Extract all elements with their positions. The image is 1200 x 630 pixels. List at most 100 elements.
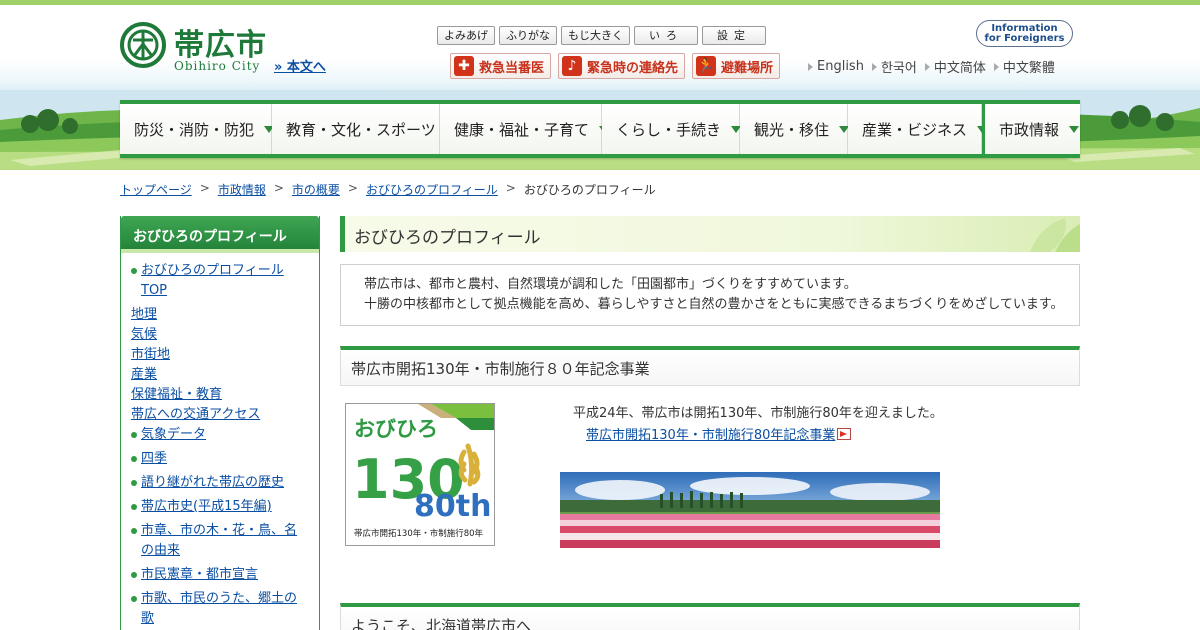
sidebar-item-songs-cont[interactable]: 歌 <box>131 609 311 629</box>
sidebar-item-weather-data[interactable]: 気象データ <box>131 425 311 445</box>
sidebar-item-climate[interactable]: 気候 <box>131 325 311 345</box>
city-name-jp: 帯広市 <box>174 28 267 63</box>
sidebar-item-geography[interactable]: 地理 <box>131 305 311 325</box>
info-for-foreigners-button[interactable]: Information for Foreigners <box>976 20 1073 47</box>
anniversary-text: 平成24年、帯広市は開拓130年、市制施行80年を迎えました。 <box>573 406 943 421</box>
lang-english-link[interactable]: English <box>808 57 864 76</box>
sidebar-item-label[interactable]: 市街地 <box>131 347 170 362</box>
color-button[interactable]: いろ <box>634 26 698 45</box>
lang-chinese-simplified-label: 中文简体 <box>933 61 986 76</box>
nav-item-living[interactable]: くらし・手続き <box>602 104 742 154</box>
nav-label: 健康・福祉・子育て <box>454 120 590 139</box>
sidebar-item-city-history-h15[interactable]: 帯広市史(平成15年編) <box>131 497 311 517</box>
breadcrumb-separator: > <box>273 181 284 195</box>
skip-to-content-link[interactable]: » 本文へ <box>274 56 326 75</box>
sidebar-title: おびひろのプロフィール <box>121 216 319 253</box>
anniv-logo-title: おびひろ <box>354 417 438 441</box>
breadcrumb-separator: > <box>199 181 210 195</box>
breadcrumb-link-top[interactable]: トップページ <box>120 181 192 198</box>
intro-box: 帯広市は、都市と農村、自然環境が調和した「田園都市」づくりをすすめています。 十… <box>340 264 1080 326</box>
breadcrumb-link-profile[interactable]: おびひろのプロフィール <box>366 181 498 198</box>
lang-english-label: English <box>817 59 864 74</box>
breadcrumb-separator: > <box>505 181 516 195</box>
nav-label: 観光・移住 <box>754 120 830 139</box>
sidebar-item-profile-top[interactable]: おびひろのプロフィール <box>131 261 311 281</box>
page-title: おびひろのプロフィール <box>340 216 1080 252</box>
sidebar-item-seasons[interactable]: 四季 <box>131 449 311 469</box>
anniv-logo-80th: 80th <box>414 489 491 524</box>
section-heading-welcome: ようこそ、北海道帯広市へ <box>340 603 1080 630</box>
sidebar-item-label[interactable]: の由来 <box>141 543 180 558</box>
sidebar-item-history[interactable]: 語り継がれた帯広の歴史 <box>131 473 311 493</box>
city-emblem-icon <box>120 22 166 68</box>
furigana-button[interactable]: ふりがな <box>499 26 557 45</box>
breadcrumb-link-overview[interactable]: 市の概要 <box>292 181 340 198</box>
sidebar-item-label[interactable]: 歌 <box>141 611 154 626</box>
sidebar-item-label[interactable]: 気象データ <box>141 427 206 442</box>
intro-line-1: 帯広市は、都市と農村、自然環境が調和した「田園都市」づくりをすすめています。 <box>364 277 857 292</box>
anniversary-logo: おびひろ 130 80th 帯広市開拓130年・市制施行80年 <box>345 403 495 546</box>
nav-item-education[interactable]: 教育・文化・スポーツ <box>272 104 456 154</box>
flower-field-photo <box>560 472 940 548</box>
sidebar-item-label[interactable]: 帯広市史(平成15年編) <box>141 499 272 514</box>
sidebar-item-label[interactable]: おびひろのプロフィール <box>141 263 284 278</box>
read-aloud-button[interactable]: よみあげ <box>437 26 495 45</box>
sidebar-item-label[interactable]: 気候 <box>131 327 157 342</box>
sidebar-item-label[interactable]: 産業 <box>131 367 157 382</box>
sidebar-item-label[interactable]: TOP <box>141 283 167 298</box>
flower-field-illustration <box>560 472 940 548</box>
intro-line-2: 十勝の中核都市として拠点機能を高め、暮らしやすさと自然の豊かさをともに実感できる… <box>364 297 1064 312</box>
sidebar-item-industry[interactable]: 産業 <box>131 365 311 385</box>
nav-label: 産業・ビジネス <box>862 120 968 139</box>
emergency-doctor-button[interactable]: ✚ 救急当番医 <box>450 53 552 79</box>
emergency-contacts-button[interactable]: ♪ 緊急時の連絡先 <box>558 53 686 79</box>
accessibility-toolbar: よみあげ ふりがな もじ大きく いろ 設定 <box>437 26 766 45</box>
sidebar-item-songs[interactable]: 市歌、市民のうた、郷土の <box>131 589 311 609</box>
nav-item-industry[interactable]: 産業・ビジネス <box>848 104 988 154</box>
anniversary-link-label: 帯広市開拓130年・市制施行80年記念事業 <box>586 428 836 443</box>
nav-label: 市政情報 <box>999 120 1060 139</box>
sidebar-item-access[interactable]: 帯広への交通アクセス <box>131 405 311 425</box>
triangle-right-icon <box>871 62 877 71</box>
lang-korean-label: 한국어 <box>880 61 917 76</box>
nav-item-city-admin[interactable]: 市政情報 <box>982 104 1080 154</box>
settings-button[interactable]: 設定 <box>702 26 766 45</box>
sidebar-item-label[interactable]: 市民憲章・都市宣言 <box>141 567 258 582</box>
sidebar-item-label[interactable]: 市章、市の木・花・鳥、名 <box>141 523 297 538</box>
sidebar-item-label[interactable]: 地理 <box>131 307 157 322</box>
global-nav: 防災・消防・防犯 教育・文化・スポーツ 健康・福祉・子育て くらし・手続き 観光… <box>120 100 1080 158</box>
nav-item-disaster[interactable]: 防災・消防・防犯 <box>120 104 275 154</box>
nav-label: 教育・文化・スポーツ <box>286 120 436 139</box>
breadcrumb-separator: > <box>347 181 358 195</box>
sidebar-item-label[interactable]: 四季 <box>141 451 167 466</box>
sidebar-item-label[interactable]: 帯広への交通アクセス <box>131 407 260 422</box>
evacuation-sites-label: 避難場所 <box>721 60 774 76</box>
chevron-down-icon <box>1069 125 1080 133</box>
nav-item-health[interactable]: 健康・福祉・子育て <box>440 104 610 154</box>
emergency-doctor-label: 救急当番医 <box>479 60 545 76</box>
sidebar-item-symbols[interactable]: 市章、市の木・花・鳥、名 <box>131 521 311 541</box>
city-name-en: Obihiro City <box>174 59 261 73</box>
evacuation-sites-button[interactable]: 🏃 避難場所 <box>692 53 781 79</box>
sidebar-item-welfare[interactable]: 保健福祉・教育 <box>131 385 311 405</box>
anniversary-logo-graphic: おびひろ 130 80th 帯広市開拓130年・市制施行80年 <box>352 404 494 539</box>
sidebar-item-charter[interactable]: 市民憲章・都市宣言 <box>131 565 311 585</box>
anniversary-link[interactable]: 帯広市開拓130年・市制施行80年記念事業 <box>586 424 852 443</box>
sidebar-item-label[interactable]: 語り継がれた帯広の歴史 <box>141 475 284 490</box>
sidebar-menu: おびひろのプロフィール TOP 地理 気候 市街地 産業 保健福祉・教育 帯広へ… <box>121 253 319 629</box>
text-size-button[interactable]: もじ大きく <box>561 26 630 45</box>
sidebar-item-downtown[interactable]: 市街地 <box>131 345 311 365</box>
lang-korean-link[interactable]: 한국어 <box>871 57 917 76</box>
emergency-links: ✚ 救急当番医 ♪ 緊急時の連絡先 🏃 避難場所 <box>450 53 781 79</box>
lang-chinese-traditional-link[interactable]: 中文繁體 <box>993 57 1055 76</box>
sidebar: おびひろのプロフィール おびひろのプロフィール TOP 地理 気候 市街地 産業… <box>120 216 320 630</box>
sidebar-item-symbols-cont[interactable]: の由来 <box>131 541 311 561</box>
nav-item-tourism[interactable]: 観光・移住 <box>740 104 850 154</box>
lang-chinese-simplified-link[interactable]: 中文简体 <box>924 57 986 76</box>
sidebar-item-profile-top-cont[interactable]: TOP <box>131 281 311 301</box>
emergency-contacts-label: 緊急時の連絡先 <box>587 60 679 76</box>
breadcrumb-link-city-info[interactable]: 市政情報 <box>218 181 266 198</box>
medical-cross-icon: ✚ <box>454 56 474 76</box>
sidebar-item-label[interactable]: 市歌、市民のうた、郷土の <box>141 591 297 606</box>
sidebar-item-label[interactable]: 保健福祉・教育 <box>131 387 222 402</box>
